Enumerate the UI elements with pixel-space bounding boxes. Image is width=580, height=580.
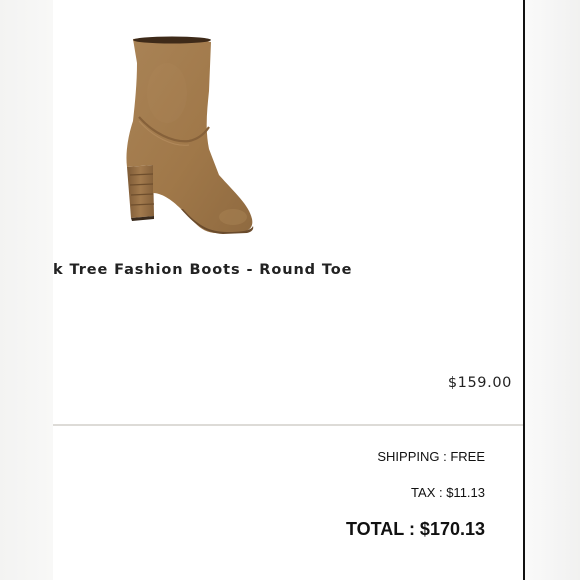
order-total: TOTAL : $170.13 — [345, 519, 485, 539]
product-image[interactable] — [123, 33, 258, 241]
divider — [53, 424, 523, 426]
product-title[interactable]: k Tree Fashion Boots - Round Toe — [53, 262, 352, 278]
right-margin — [525, 0, 580, 580]
product-price: $159.00 — [447, 375, 512, 391]
screen: k Tree Fashion Boots - Round Toe $159.00… — [0, 0, 580, 580]
shipping-cost: SHIPPING : FREE — [377, 449, 485, 464]
cart-panel: k Tree Fashion Boots - Round Toe $159.00… — [53, 0, 525, 580]
left-margin — [0, 0, 53, 580]
tax-amount: TAX : $11.13 — [411, 485, 485, 500]
